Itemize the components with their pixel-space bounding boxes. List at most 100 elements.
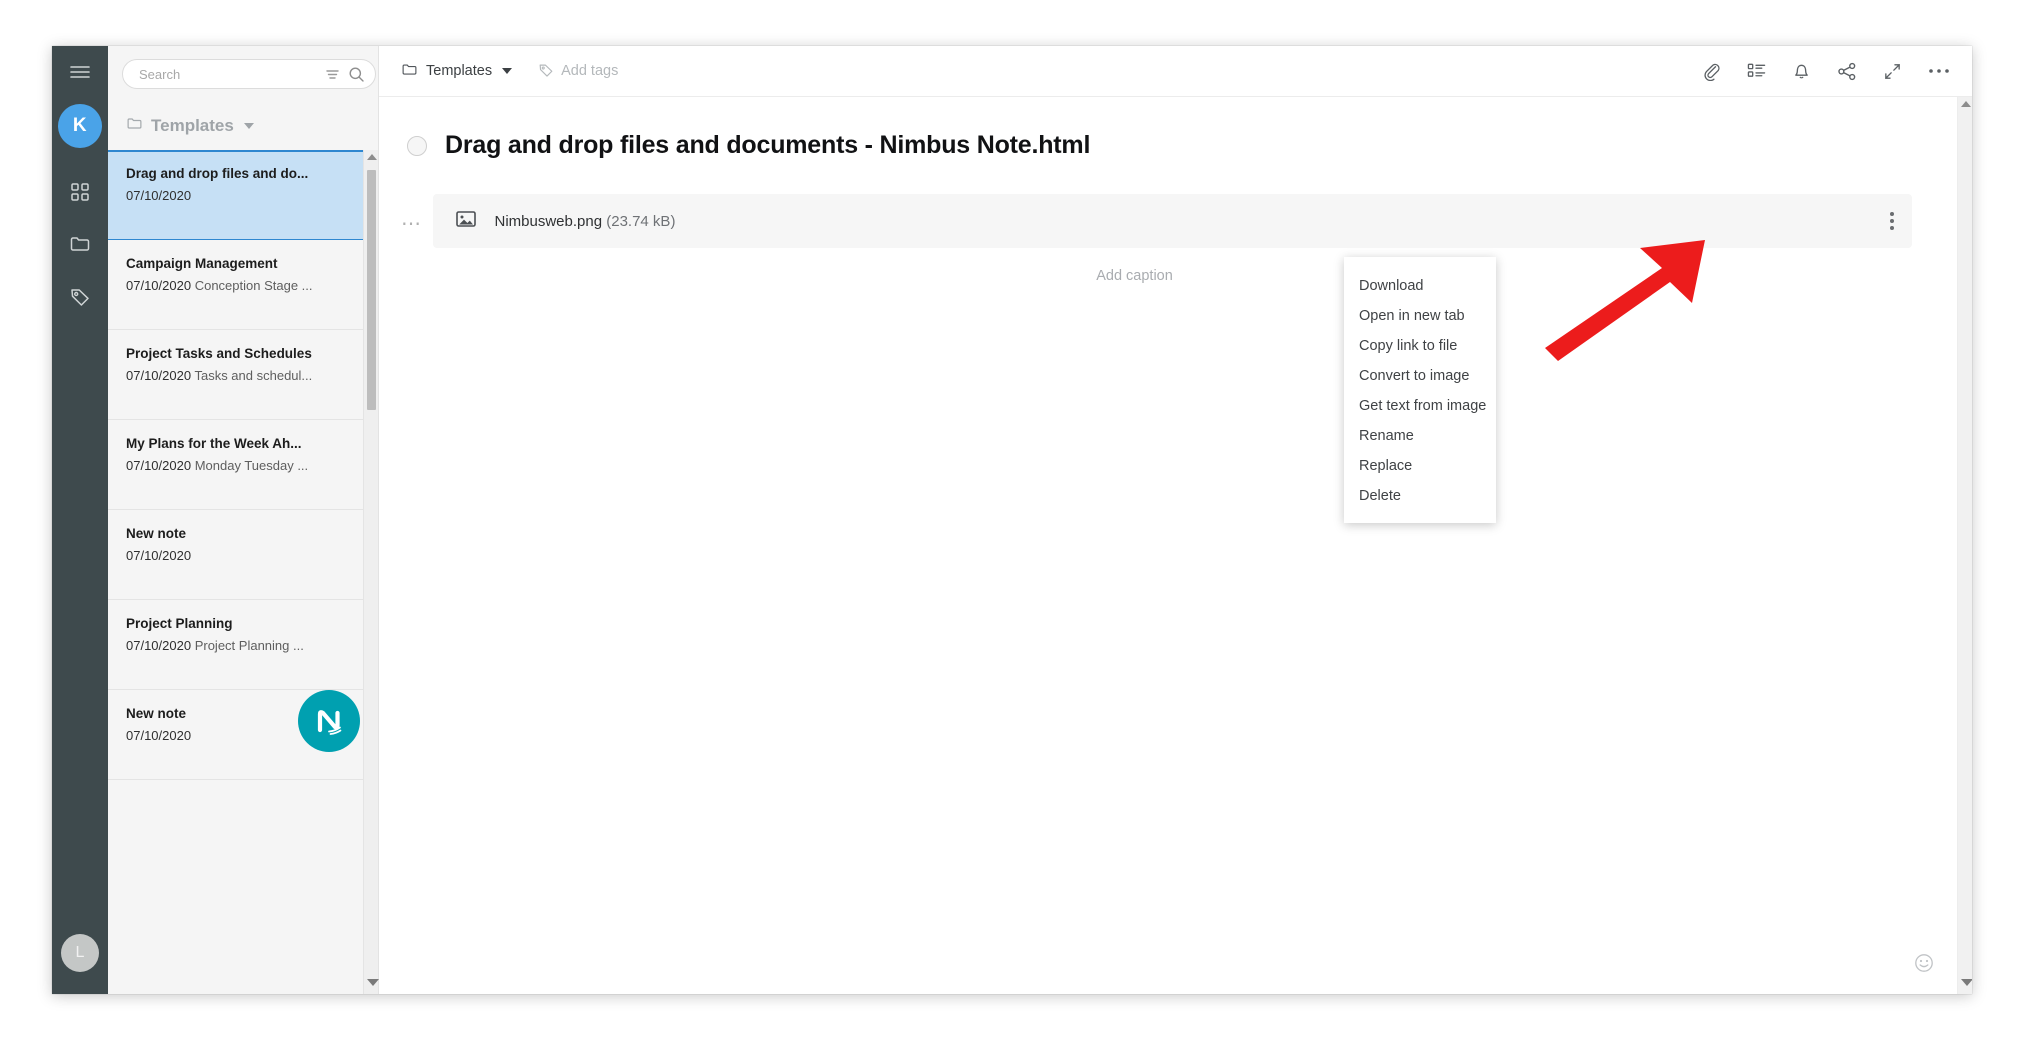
chevron-down-icon[interactable] [243, 123, 254, 129]
account-avatar[interactable]: K [58, 104, 102, 148]
chevron-down-icon[interactable] [502, 68, 513, 74]
breadcrumb-folder-label: Templates [426, 63, 493, 79]
caption-placeholder[interactable]: Add caption [379, 268, 1972, 284]
hamburger-icon [69, 64, 91, 80]
screenshot-root: K L Search Templates Drag and drop files… [0, 0, 2024, 1041]
rail-menu-button[interactable] [52, 46, 108, 98]
expand-icon[interactable] [1883, 62, 1902, 81]
folder-icon [126, 116, 143, 136]
editor-pane: Templates Add tags Drag and drop files a… [379, 46, 1972, 994]
scroll-up-arrow-icon[interactable] [367, 154, 377, 160]
note-title: New note [126, 526, 187, 541]
attachment-filename: Nimbusweb.png [494, 212, 603, 230]
user-avatar-initial: L [75, 944, 85, 961]
note-subtitle: 07/10/2020 Tasks and schedul... [126, 368, 356, 383]
note-preview: Monday Tuesday ... [194, 458, 309, 473]
note-list-scrollbar[interactable] [363, 150, 379, 994]
filter-icon[interactable] [324, 66, 341, 83]
more-vertical-icon[interactable] [1890, 212, 1894, 230]
scroll-up-arrow-icon[interactable] [1961, 101, 1971, 107]
document-scroll-area[interactable]: Drag and drop files and documents - Nimb… [379, 97, 1972, 994]
menu-item-rename[interactable]: Rename [1344, 421, 1496, 451]
tag-icon [538, 62, 554, 81]
attachment-row[interactable]: Nimbusweb.png (23.74 kB) [432, 194, 1912, 248]
document-body: Drag and drop files and documents - Nimb… [379, 97, 1972, 284]
note-preview: Tasks and schedul... [194, 368, 313, 383]
note-list-panel: Templates Drag and drop files and do... … [108, 46, 420, 994]
note-date: 07/10/2020 [126, 458, 192, 473]
editor-actions [1702, 61, 1950, 81]
breadcrumb[interactable]: Templates [401, 62, 513, 81]
folder-name: Templates [151, 116, 234, 135]
note-subtitle: 07/10/2020 [126, 548, 356, 563]
list-item[interactable]: New note 07/10/2020 [108, 510, 378, 600]
list-item[interactable]: New note 07/10/2020 [108, 690, 378, 780]
note-title: Project Planning [126, 616, 233, 631]
document-scrollbar[interactable] [1957, 97, 1972, 994]
note-subtitle: 07/10/2020 Project Planning ... [126, 638, 356, 653]
outline-list-icon[interactable] [1747, 62, 1766, 80]
scroll-down-arrow-icon[interactable] [1961, 979, 1972, 986]
tag-icon [69, 286, 91, 306]
list-item[interactable]: Drag and drop files and do... 07/10/2020 [108, 150, 378, 240]
menu-item-get-text-from-image[interactable]: Get text from image [1344, 391, 1496, 421]
sidebar-item-tags[interactable] [52, 270, 108, 322]
scroll-down-arrow-icon[interactable] [367, 979, 379, 986]
attachment-name: Nimbusweb.png (23.74 kB) [495, 213, 676, 230]
note-date: 07/10/2020 [126, 638, 192, 653]
list-item[interactable]: My Plans for the Week Ah... 07/10/2020 M… [108, 420, 378, 510]
menu-item-replace[interactable]: Replace [1344, 451, 1496, 481]
note-date: 07/10/2020 [126, 548, 192, 563]
folder-icon [69, 234, 91, 254]
note-list[interactable]: Drag and drop files and do... 07/10/2020… [108, 150, 378, 994]
page-title[interactable]: Drag and drop files and documents - Nimb… [445, 131, 1090, 160]
note-date: 07/10/2020 [126, 188, 192, 203]
folder-header[interactable]: Templates [108, 102, 378, 150]
note-subtitle: 07/10/2020 [126, 188, 356, 203]
list-item[interactable]: Campaign Management 07/10/2020 Conceptio… [108, 240, 378, 330]
share-icon[interactable] [1837, 62, 1857, 81]
note-title: My Plans for the Week Ah... [126, 436, 302, 451]
nimbus-logo-icon [298, 690, 360, 752]
note-preview: Project Planning ... [194, 638, 304, 653]
block-drag-handle[interactable]: ⋯ [401, 194, 433, 234]
apps-grid-icon [70, 182, 90, 202]
note-preview: Conception Stage ... [194, 278, 313, 293]
search-box[interactable] [122, 59, 376, 89]
document-title-row: Drag and drop files and documents - Nimb… [379, 131, 1972, 160]
menu-item-convert-to-image[interactable]: Convert to image [1344, 361, 1496, 391]
list-toolbar [108, 46, 420, 102]
smiley-icon[interactable] [1914, 953, 1934, 978]
nimbus-note-window: K L Search Templates Drag and drop files… [52, 46, 1972, 994]
scrollbar-thumb[interactable] [367, 170, 376, 410]
note-subtitle: 07/10/2020 Conception Stage ... [126, 278, 356, 293]
search-input[interactable] [137, 65, 317, 83]
user-avatar[interactable]: L [61, 934, 99, 972]
note-date: 07/10/2020 [126, 368, 192, 383]
note-subtitle: 07/10/2020 Monday Tuesday ... [126, 458, 356, 473]
note-date: 07/10/2020 [126, 278, 192, 293]
folder-icon [401, 62, 418, 81]
attachment-size: (23.74 kB) [606, 212, 676, 230]
menu-item-download[interactable]: Download [1344, 271, 1496, 301]
sidebar-item-folders[interactable] [52, 218, 108, 270]
menu-item-delete[interactable]: Delete [1344, 481, 1496, 511]
list-item[interactable]: Project Planning 07/10/2020 Project Plan… [108, 600, 378, 690]
menu-item-open-in-new-tab[interactable]: Open in new tab [1344, 301, 1496, 331]
sidebar-item-workspaces[interactable] [52, 166, 108, 218]
note-title: Drag and drop files and do... [126, 166, 309, 181]
note-date: 07/10/2020 [126, 728, 192, 743]
bell-icon[interactable] [1792, 61, 1811, 81]
attachment-icon[interactable] [1702, 62, 1721, 81]
account-avatar-initial: K [72, 115, 88, 136]
list-item[interactable]: Project Tasks and Schedules 07/10/2020 T… [108, 330, 378, 420]
menu-item-copy-link-to-file[interactable]: Copy link to file [1344, 331, 1496, 361]
note-title: Campaign Management [126, 256, 278, 271]
add-tags-label: Add tags [561, 63, 619, 79]
note-status-circle[interactable] [407, 135, 427, 156]
search-icon[interactable] [348, 66, 365, 83]
add-tags-button[interactable]: Add tags [538, 62, 618, 81]
more-horizontal-icon[interactable] [1928, 67, 1950, 75]
note-title: Project Tasks and Schedules [126, 346, 312, 361]
attachment-context-menu[interactable]: Download Open in new tab Copy link to fi… [1344, 257, 1496, 523]
